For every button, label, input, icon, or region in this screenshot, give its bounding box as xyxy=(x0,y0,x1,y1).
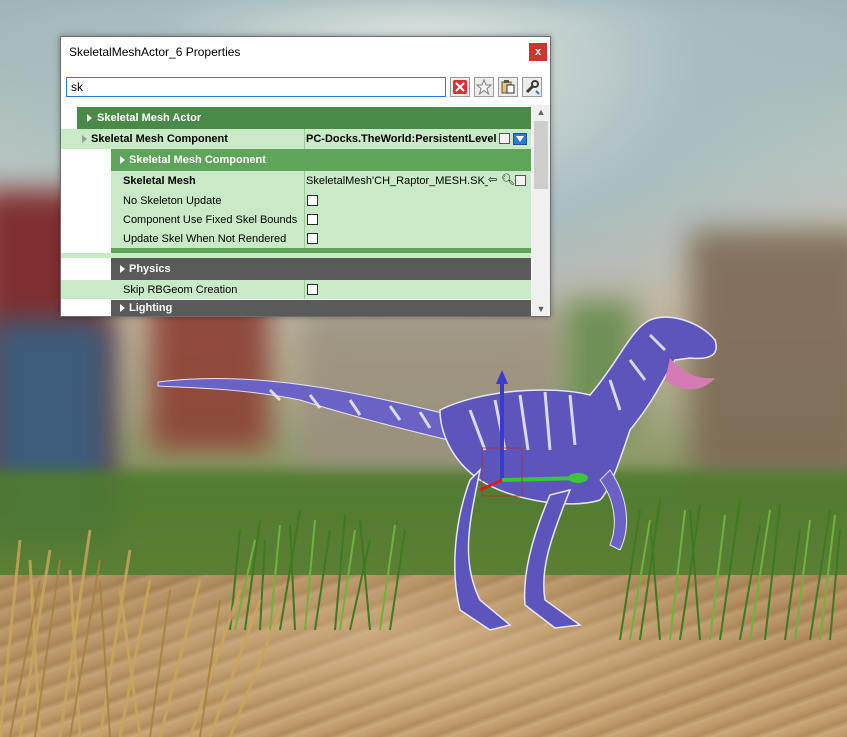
property-row-no-skeleton-update[interactable]: No Skeleton Update xyxy=(111,191,531,210)
category-label: Lighting xyxy=(129,302,173,314)
use-selected-arrow-icon[interactable]: ⇦ xyxy=(488,174,500,187)
fixed-skel-bounds-checkbox[interactable] xyxy=(307,214,318,225)
tools-wrench-icon xyxy=(525,80,540,95)
category-label: Physics xyxy=(129,263,171,275)
search-input[interactable]: sk xyxy=(66,77,446,97)
favorite-star-icon xyxy=(476,79,492,95)
scroll-down-icon[interactable]: ▼ xyxy=(532,302,550,316)
clear-search-icon xyxy=(453,80,467,94)
chevron-down-icon xyxy=(516,136,524,142)
column-divider xyxy=(304,210,305,229)
subcategory-skeletal-mesh-component[interactable]: Skeletal Mesh Component xyxy=(111,149,531,171)
category-label: Skeletal Mesh Actor xyxy=(97,112,202,124)
skeletal-mesh-value: SkeletalMesh'CH_Raptor_MESH.SK_Raptor' xyxy=(306,175,488,187)
window-title: SkeletalMeshActor_6 Properties xyxy=(69,45,241,59)
property-row-skip-rbgeom[interactable]: Skip RBGeom Creation xyxy=(61,280,531,299)
property-label: Skeletal Mesh xyxy=(123,175,196,187)
tools-button[interactable] xyxy=(522,77,542,97)
window-titlebar[interactable]: SkeletalMeshActor_6 Properties x xyxy=(61,37,550,65)
property-grid: Skeletal Mesh Actor Skeletal Mesh Compon… xyxy=(61,105,531,316)
raptor-model[interactable] xyxy=(150,300,730,640)
property-label: Skeletal Mesh Component xyxy=(91,133,228,145)
paste-clipboard-icon xyxy=(501,80,515,94)
clear-search-button[interactable] xyxy=(450,77,470,97)
property-row-fixed-skel-bounds[interactable]: Component Use Fixed Skel Bounds xyxy=(111,210,531,229)
close-button[interactable]: x xyxy=(529,43,547,61)
vertical-scrollbar[interactable]: ▲ ▼ xyxy=(532,105,550,316)
property-label: Skip RBGeom Creation xyxy=(123,284,238,296)
browse-button-icon[interactable] xyxy=(499,133,510,144)
column-divider xyxy=(304,129,305,149)
favorites-button[interactable] xyxy=(474,77,494,97)
category-physics[interactable]: Physics xyxy=(111,258,531,280)
expand-arrow-icon[interactable] xyxy=(120,156,125,164)
dropdown-button[interactable] xyxy=(513,133,527,145)
column-divider xyxy=(304,171,305,191)
category-skeletal-mesh-actor[interactable]: Skeletal Mesh Actor xyxy=(77,107,531,129)
component-value: PC-Docks.TheWorld:PersistentLevel xyxy=(306,133,496,145)
property-row-skeletal-mesh[interactable]: Skeletal Mesh SkeletalMesh'CH_Raptor_MES… xyxy=(111,171,531,191)
property-row-skeletal-mesh-component[interactable]: Skeletal Mesh Component PC-Docks.TheWorl… xyxy=(61,129,531,149)
scroll-up-icon[interactable]: ▲ xyxy=(532,105,550,119)
column-divider xyxy=(304,229,305,248)
find-magnifier-icon[interactable]: 🔍︎ xyxy=(501,174,515,187)
expand-arrow-icon[interactable] xyxy=(87,114,92,122)
category-label: Skeletal Mesh Component xyxy=(129,154,266,166)
property-row-update-skel-not-rendered[interactable]: Update Skel When Not Rendered xyxy=(111,229,531,248)
property-label: No Skeleton Update xyxy=(123,195,222,207)
skip-rbgeom-checkbox[interactable] xyxy=(307,284,318,295)
paste-button[interactable] xyxy=(498,77,518,97)
expand-arrow-icon[interactable] xyxy=(120,304,125,312)
column-divider xyxy=(304,191,305,210)
update-skel-not-rendered-checkbox[interactable] xyxy=(307,233,318,244)
column-divider xyxy=(304,280,305,299)
property-label: Component Use Fixed Skel Bounds xyxy=(123,214,298,226)
property-label: Update Skel When Not Rendered xyxy=(123,233,287,245)
no-skeleton-update-checkbox[interactable] xyxy=(307,195,318,206)
expand-arrow-icon[interactable] xyxy=(120,265,125,273)
scrollbar-thumb[interactable] xyxy=(534,121,548,189)
category-lighting[interactable]: Lighting xyxy=(111,300,531,316)
expand-arrow-icon[interactable] xyxy=(82,135,87,143)
properties-window[interactable]: SkeletalMeshActor_6 Properties x sk Skel… xyxy=(60,36,551,317)
browse-button-icon[interactable] xyxy=(515,175,526,186)
